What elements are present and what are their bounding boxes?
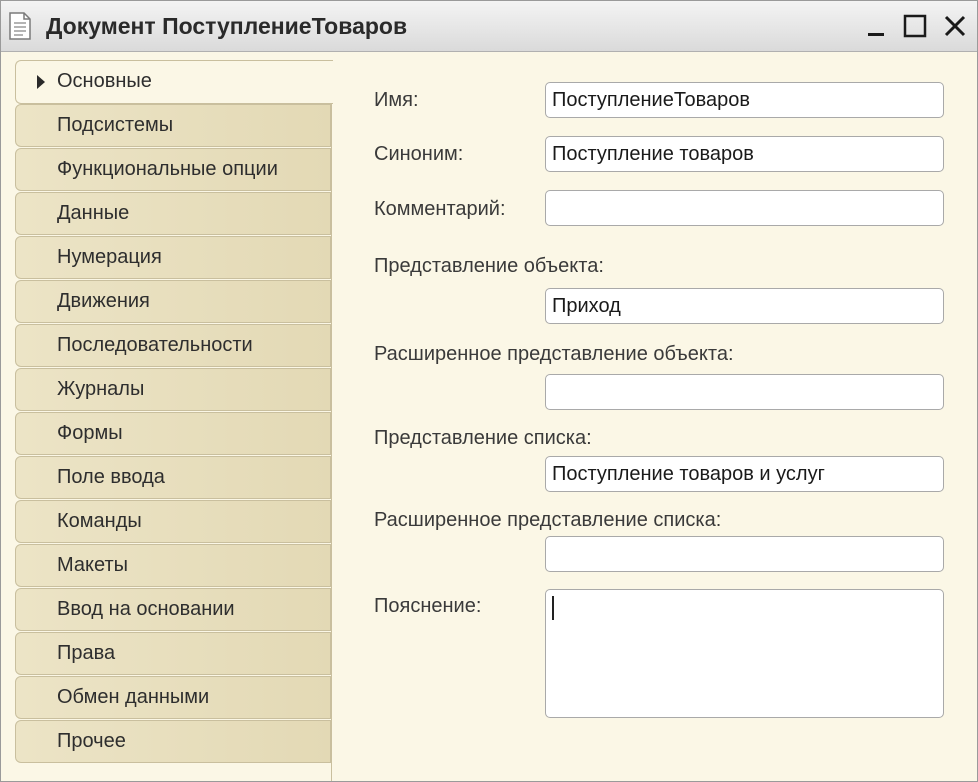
- tab-sequences[interactable]: Последовательности: [15, 324, 331, 367]
- tab-commands[interactable]: Команды: [15, 500, 331, 543]
- tab-other[interactable]: Прочее: [15, 720, 331, 763]
- tab-label: Обмен данными: [57, 686, 210, 708]
- window-title: Документ ПоступлениеТоваров: [46, 13, 408, 39]
- list-presentation-label: Представление списка:: [374, 427, 592, 449]
- tab-templates[interactable]: Макеты: [15, 544, 331, 587]
- tab-forms[interactable]: Формы: [15, 412, 331, 455]
- tab-label: Нумерация: [57, 246, 162, 268]
- document-icon: [9, 12, 31, 40]
- text-caret: [552, 596, 554, 620]
- ext-object-presentation-label: Расширенное представление объекта:: [374, 343, 734, 365]
- tab-label: Последовательности: [57, 334, 253, 356]
- tab-main[interactable]: Основные: [15, 60, 333, 104]
- tab-numbering[interactable]: Нумерация: [15, 236, 331, 279]
- tab-label: Команды: [57, 510, 142, 532]
- name-label: Имя:: [374, 89, 419, 111]
- explanation-textarea[interactable]: [545, 589, 944, 718]
- comment-label: Комментарий:: [374, 198, 506, 220]
- properties-panel: Основные Подсистемы Функциональные опции…: [1, 52, 977, 781]
- tab-label: Основные: [57, 70, 152, 92]
- triangle-right-icon: [37, 75, 45, 89]
- list-presentation-field[interactable]: Поступление товаров и услуг: [545, 456, 944, 492]
- tab-label: Макеты: [57, 554, 128, 576]
- tab-data-exchange[interactable]: Обмен данными: [15, 676, 331, 719]
- tab-list: Основные Подсистемы Функциональные опции…: [15, 60, 333, 781]
- comment-field[interactable]: [545, 190, 944, 226]
- title-bar: Документ ПоступлениеТоваров: [1, 1, 977, 52]
- maximize-icon[interactable]: [899, 10, 931, 42]
- tab-label: Подсистемы: [57, 114, 174, 136]
- tab-label: Движения: [57, 290, 150, 312]
- tab-label: Журналы: [57, 378, 145, 400]
- tab-movements[interactable]: Движения: [15, 280, 331, 323]
- tab-data[interactable]: Данные: [15, 192, 331, 235]
- tab-label: Ввод на основании: [57, 598, 235, 620]
- tab-label: Поле ввода: [57, 466, 165, 488]
- minimize-icon[interactable]: [859, 10, 891, 42]
- tab-label: Формы: [57, 422, 123, 444]
- tab-label: Функциональные опции: [57, 158, 278, 180]
- window: Документ ПоступлениеТоваров Основные Под…: [0, 0, 978, 782]
- object-presentation-label: Представление объекта:: [374, 255, 604, 277]
- tab-label: Прочее: [57, 730, 126, 752]
- tab-input-by-basis[interactable]: Ввод на основании: [15, 588, 331, 631]
- close-icon[interactable]: [939, 10, 971, 42]
- tab-journals[interactable]: Журналы: [15, 368, 331, 411]
- ext-object-presentation-field[interactable]: [545, 374, 944, 410]
- tab-functional-options[interactable]: Функциональные опции: [15, 148, 331, 191]
- tab-rights[interactable]: Права: [15, 632, 331, 675]
- tab-label: Данные: [57, 202, 130, 224]
- name-field[interactable]: ПоступлениеТоваров: [545, 82, 944, 118]
- ext-list-presentation-field[interactable]: [545, 536, 944, 572]
- explanation-label: Пояснение:: [374, 595, 482, 617]
- synonym-label: Синоним:: [374, 143, 464, 165]
- tab-label: Права: [57, 642, 116, 664]
- ext-list-presentation-label: Расширенное представление списка:: [374, 509, 722, 531]
- synonym-field[interactable]: Поступление товаров: [545, 136, 944, 172]
- object-presentation-field[interactable]: Приход: [545, 288, 944, 324]
- tab-input-field[interactable]: Поле ввода: [15, 456, 331, 499]
- tab-subsystems[interactable]: Подсистемы: [15, 104, 331, 147]
